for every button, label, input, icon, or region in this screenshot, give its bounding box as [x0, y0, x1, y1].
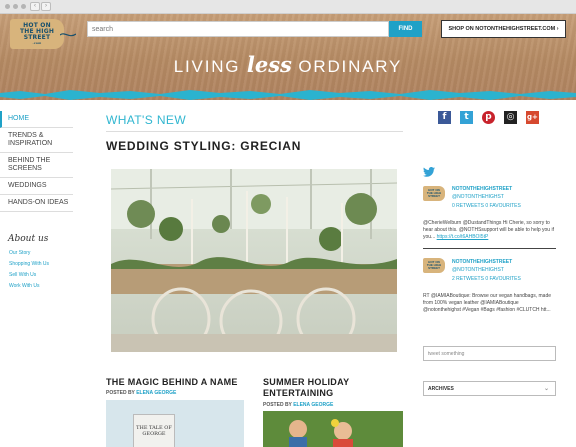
brush-stroke — [0, 90, 576, 100]
card-byline: POSTED BY ELENA GEORGE — [106, 390, 176, 396]
googleplus-icon[interactable]: g+ — [526, 111, 539, 124]
card-byline: POSTED BY ELENA GEORGE — [263, 402, 333, 408]
pinterest-icon[interactable]: p — [482, 111, 495, 124]
sidebar-item-trends[interactable]: TRENDS & INSPIRATION — [0, 128, 73, 153]
instagram-glyph: ◎ — [504, 111, 517, 124]
tagline-left: LIVING — [173, 57, 241, 76]
card-title-line: ENTERTAINING — [263, 388, 334, 398]
logo-string-icon — [60, 33, 76, 37]
byline-prefix: POSTED BY — [263, 402, 292, 408]
window-close-dot[interactable] — [5, 4, 10, 9]
card-title-summer[interactable]: SUMMER HOLIDAY ENTERTAINING — [263, 377, 349, 399]
tweet-text: @CherieWelburn @DustandThings Hi Cherie,… — [423, 220, 556, 241]
our-story-link[interactable]: Our Story — [9, 250, 30, 256]
archives-select[interactable]: ARCHIVES ⌄ — [423, 381, 556, 396]
card-thumbnail-kids[interactable] — [263, 411, 403, 447]
byline-prefix: POSTED BY — [106, 390, 135, 396]
sidebar-item-hands-on-ideas[interactable]: HANDS-ON IDEAS — [0, 195, 73, 212]
tagline: LIVING less ORDINARY — [0, 52, 576, 77]
shopping-with-us-link[interactable]: Shopping With Us — [9, 261, 49, 267]
archives-label: ARCHIVES — [428, 386, 454, 392]
twitter-glyph: t — [460, 111, 473, 124]
tweet-divider — [423, 248, 556, 249]
twitter-bird-icon — [423, 167, 435, 177]
sidebar-item-home[interactable]: HOME — [0, 111, 73, 128]
tweet-handle[interactable]: @NOTONTHEHIGHST — [452, 267, 504, 273]
byline-author[interactable]: ELENA GEORGE — [293, 402, 333, 408]
tweet-link[interactable]: https://t.co/t6AHBOI5tP — [437, 234, 489, 240]
sell-with-us-link[interactable]: Sell With Us — [9, 272, 36, 278]
site-header: HOT ON THE HIGH STREET .com search FIND … — [0, 14, 576, 100]
googleplus-glyph: g+ — [526, 111, 539, 124]
tagline-right: ORDINARY — [298, 57, 403, 76]
tweet-avatar[interactable]: HOT ON THE HIGH STREET — [423, 186, 445, 201]
back-icon[interactable]: ‹ — [30, 2, 40, 11]
sidebar-item-behind-the-screens[interactable]: BEHIND THE SCREENS — [0, 153, 73, 178]
tagline-less: less — [246, 52, 292, 77]
tweet-stats: 0 RETWEETS 0 FAVOURITES — [452, 203, 521, 209]
card-thumbnail-book[interactable]: THE TALE OF GEORGE — [106, 400, 244, 447]
window-zoom-dot[interactable] — [21, 4, 26, 9]
card-title-magic[interactable]: THE MAGIC BEHIND A NAME — [106, 377, 238, 388]
logo-line: .com — [32, 41, 42, 45]
tweet-author-name[interactable]: NOTONTHEHIGHSTREET — [452, 186, 512, 192]
about-us-title: About us — [8, 234, 49, 244]
twitter-icon[interactable]: t — [460, 111, 473, 124]
window-minimize-dot[interactable] — [13, 4, 18, 9]
section-divider — [106, 131, 403, 132]
avatar-line: STREET — [428, 194, 440, 198]
search-input[interactable]: search — [87, 21, 389, 37]
tweet-input[interactable]: tweet something — [423, 346, 556, 361]
post-title[interactable]: WEDDING STYLING: GRECIAN — [106, 139, 301, 153]
forward-icon[interactable]: › — [41, 2, 51, 11]
sidebar-nav: HOME TRENDS & INSPIRATION BEHIND THE SCR… — [0, 111, 73, 212]
shop-button[interactable]: SHOP ON NOTONTHEHIGHSTREET.COM › — [441, 20, 566, 38]
work-with-us-link[interactable]: Work With Us — [9, 283, 39, 289]
facebook-glyph: f — [438, 111, 451, 124]
tweet-avatar[interactable]: HOT ON THE HIGH STREET — [423, 258, 445, 273]
tweet-text: RT @IAMIABoutique: Browse our vegan hand… — [423, 293, 552, 313]
pinterest-glyph: p — [482, 111, 495, 124]
avatar-line: STREET — [428, 266, 440, 270]
byline-author[interactable]: ELENA GEORGE — [136, 390, 176, 396]
section-title: WHAT'S NEW — [106, 113, 187, 127]
tweet-stats: 2 RETWEETS 0 FAVOURITES — [452, 276, 521, 282]
tweet-handle[interactable]: @NOTONTHEHIGHST — [452, 194, 504, 200]
site-logo[interactable]: HOT ON THE HIGH STREET .com — [10, 19, 64, 49]
facebook-icon[interactable]: f — [438, 111, 451, 124]
sidebar-item-weddings[interactable]: WEDDINGS — [0, 178, 73, 195]
browser-toolbar: ‹ › — [0, 0, 576, 14]
featured-image[interactable] — [111, 169, 397, 352]
chevron-down-icon: ⌄ — [543, 386, 549, 392]
instagram-icon[interactable]: ◎ — [504, 111, 517, 124]
tweet-author-name[interactable]: NOTONTHEHIGHSTREET — [452, 259, 512, 265]
book-cover: THE TALE OF GEORGE — [133, 414, 175, 447]
card-title-line: SUMMER HOLIDAY — [263, 377, 350, 387]
find-button[interactable]: FIND — [389, 21, 422, 37]
